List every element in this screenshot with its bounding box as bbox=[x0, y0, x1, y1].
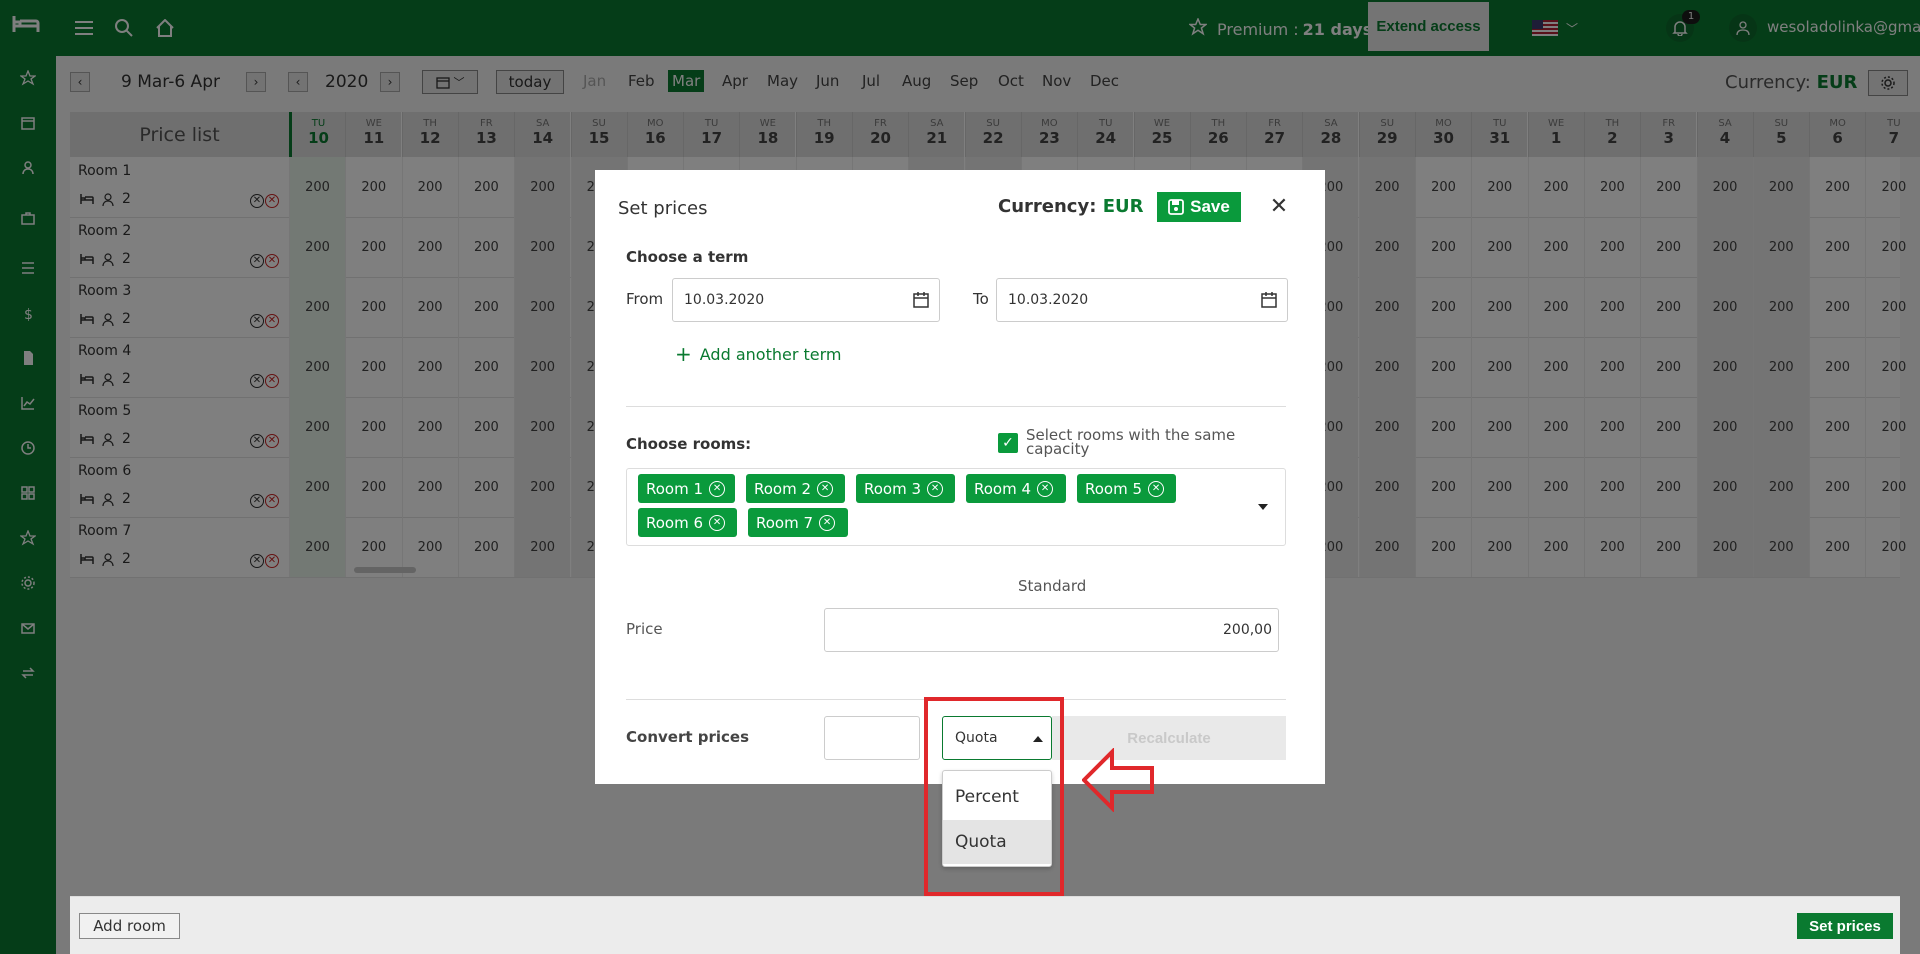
chip-label: Room 1 bbox=[646, 479, 704, 498]
add-room-button[interactable]: Add room bbox=[79, 913, 180, 939]
close-icon[interactable]: ✕ bbox=[1268, 196, 1290, 218]
bottom-bar: Add room Set prices bbox=[70, 896, 1900, 954]
price-label: Price bbox=[626, 620, 663, 638]
add-another-term-link[interactable]: + Add another term bbox=[675, 342, 841, 366]
divider bbox=[626, 406, 1286, 407]
room-chip: Room 4 ✕ bbox=[966, 474, 1066, 503]
set-prices-modal: Set prices Currency: EUR Save ✕ Choose a… bbox=[595, 170, 1325, 784]
remove-chip-icon[interactable]: ✕ bbox=[1037, 480, 1054, 497]
from-date-value: 10.03.2020 bbox=[684, 292, 765, 308]
same-capacity-label: Select rooms with the same capacity bbox=[1026, 426, 1236, 458]
remove-chip-icon[interactable]: ✕ bbox=[817, 480, 834, 497]
room-chip: Room 3 ✕ bbox=[856, 474, 955, 503]
to-date-value: 10.03.2020 bbox=[1008, 292, 1089, 308]
price-value: 200,00 bbox=[1223, 622, 1272, 638]
set-prices-button[interactable]: Set prices bbox=[1797, 913, 1893, 939]
modal-currency-label: Currency: bbox=[998, 196, 1097, 217]
remove-chip-icon[interactable]: ✕ bbox=[709, 480, 726, 497]
calendar-icon bbox=[913, 292, 929, 308]
from-date-field[interactable]: 10.03.2020 bbox=[672, 278, 940, 322]
rooms-multiselect[interactable]: Room 1 ✕ Room 2 ✕ Room 3 ✕ Room 4 ✕ Room 5 ✕ … bbox=[626, 468, 1286, 546]
save-button-label: Save bbox=[1190, 197, 1230, 216]
convert-prices-label: Convert prices bbox=[626, 728, 750, 746]
standard-label: Standard bbox=[1018, 577, 1087, 595]
price-input[interactable]: 200,00 bbox=[824, 608, 1279, 652]
chip-label: Room 7 bbox=[756, 513, 814, 532]
floppy-disk-icon bbox=[1168, 199, 1185, 215]
modal-currency-value: EUR bbox=[1102, 196, 1144, 217]
choose-rooms-label: Choose rooms: bbox=[626, 435, 752, 453]
calendar-icon bbox=[1261, 292, 1277, 308]
chip-label: Room 4 bbox=[974, 479, 1032, 498]
room-chip: Room 5 ✕ bbox=[1077, 474, 1176, 503]
same-capacity-checkbox[interactable]: ✓ bbox=[998, 433, 1018, 453]
to-date-field[interactable]: 10.03.2020 bbox=[996, 278, 1288, 322]
chip-label: Room 2 bbox=[754, 479, 812, 498]
room-chip: Room 1 ✕ bbox=[638, 474, 735, 503]
convert-value-input[interactable] bbox=[824, 716, 920, 760]
add-term-label: Add another term bbox=[699, 344, 842, 364]
remove-chip-icon[interactable]: ✕ bbox=[819, 514, 836, 531]
modal-title: Set prices bbox=[618, 198, 708, 219]
remove-chip-icon[interactable]: ✕ bbox=[1148, 480, 1165, 497]
remove-chip-icon[interactable]: ✕ bbox=[927, 480, 944, 497]
modal-currency: Currency: EUR bbox=[998, 196, 1143, 217]
plus-icon: + bbox=[675, 342, 692, 366]
room-chip: Room 7 ✕ bbox=[748, 508, 848, 537]
annotation-highlight-box bbox=[924, 697, 1064, 896]
to-label: To bbox=[973, 290, 989, 308]
room-chip: Room 6 ✕ bbox=[638, 508, 737, 537]
choose-term-label: Choose a term bbox=[626, 248, 749, 266]
chip-label: Room 3 bbox=[864, 479, 922, 498]
room-chip: Room 2 ✕ bbox=[746, 474, 845, 503]
caret-down-icon[interactable] bbox=[1258, 504, 1268, 510]
remove-chip-icon[interactable]: ✕ bbox=[709, 514, 726, 531]
save-button[interactable]: Save bbox=[1157, 192, 1241, 222]
from-label: From bbox=[626, 290, 664, 308]
chip-label: Room 5 bbox=[1085, 479, 1143, 498]
annotation-arrow-icon bbox=[1082, 748, 1154, 812]
chip-label: Room 6 bbox=[646, 513, 704, 532]
